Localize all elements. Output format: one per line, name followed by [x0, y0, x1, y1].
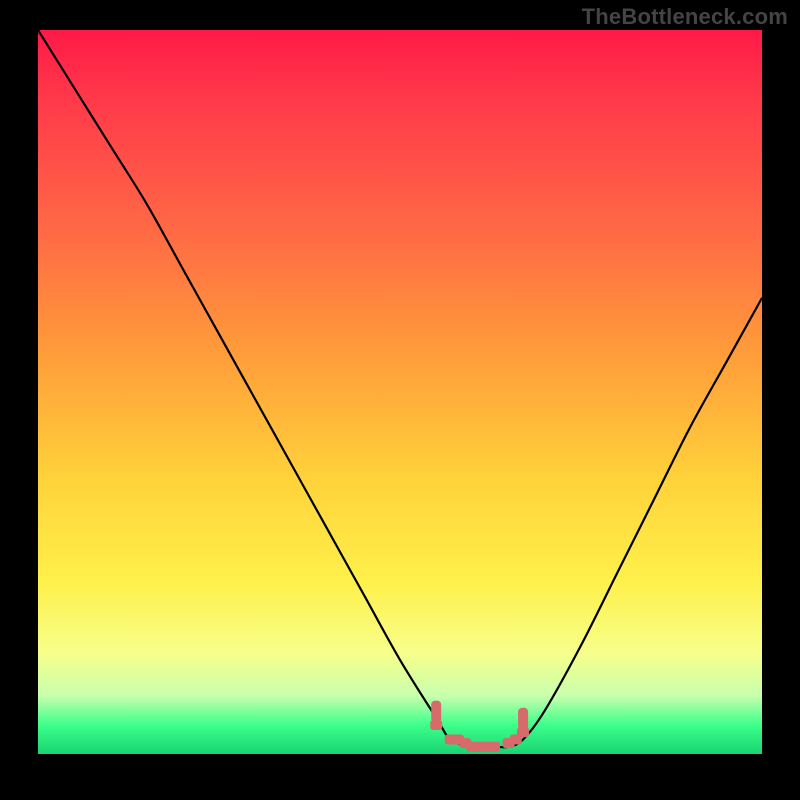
flat-region-endcap: [518, 708, 528, 730]
flat-region-endcap: [431, 701, 441, 723]
plot-area: [38, 30, 762, 754]
curve-svg: [38, 30, 762, 754]
bottleneck-curve: [38, 30, 762, 747]
flat-region-markers: [430, 701, 529, 752]
watermark: TheBottleneck.com: [582, 4, 788, 30]
flat-region-marker: [488, 742, 500, 752]
chart-frame: TheBottleneck.com: [0, 0, 800, 800]
